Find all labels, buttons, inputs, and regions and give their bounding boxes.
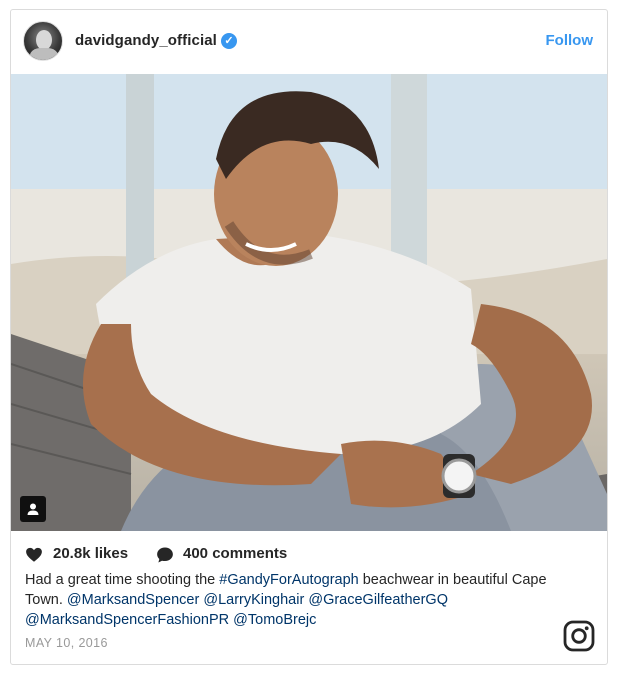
instagram-logo-icon[interactable] [563,620,595,652]
verified-badge-icon: ✓ [221,33,237,49]
mention-link[interactable]: @GraceGilfeatherGQ [308,592,448,608]
mention-link[interactable]: @MarksandSpencer [67,592,199,608]
post-photo-illustration [11,74,607,531]
post-caption: Had a great time shooting the #GandyForA… [25,570,585,630]
comment-bubble-icon[interactable] [156,546,174,564]
heart-icon[interactable] [25,546,43,564]
mention-link[interactable]: @MarksandSpencerFashionPR [25,612,229,628]
likes-count[interactable]: 20.8k likes [53,545,128,562]
post-actions: 20.8k likes 400 comments [25,544,585,566]
hashtag-link[interactable]: #GandyForAutograph [219,572,358,588]
post-header: davidgandy_official ✓ Follow [11,10,607,74]
username-link[interactable]: davidgandy_official [75,32,217,49]
instagram-embed-card: davidgandy_official ✓ Follow 20.8k likes… [10,9,608,665]
tagged-user-icon[interactable] [20,496,46,522]
follow-button[interactable]: Follow [546,32,594,49]
mention-link[interactable]: @TomoBrejc [233,612,316,628]
mention-link[interactable]: @LarryKinghair [203,592,304,608]
avatar[interactable] [23,21,63,61]
post-date[interactable]: MAY 10, 2016 [25,636,108,650]
caption-text: Had a great time shooting the [25,572,220,588]
post-photo[interactable] [11,74,607,531]
comments-count[interactable]: 400 comments [183,545,287,562]
